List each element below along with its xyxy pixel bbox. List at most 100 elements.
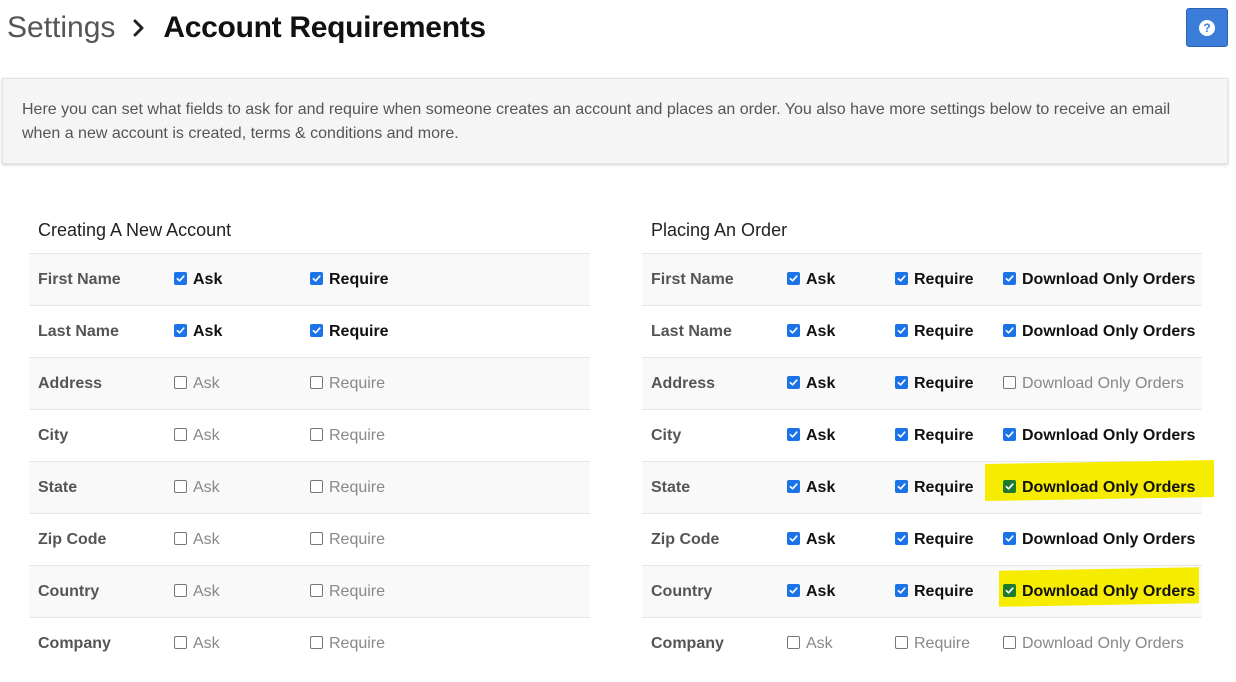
download-only-orders-checkbox-option[interactable]: Download Only Orders	[1003, 618, 1184, 670]
require-checkbox[interactable]	[895, 531, 908, 545]
require-checkbox-option[interactable]: Require	[895, 410, 974, 462]
ask-checkbox[interactable]	[174, 323, 187, 337]
download-only-orders-checkbox[interactable]	[1003, 427, 1016, 441]
download-only-orders-checkbox[interactable]	[1003, 583, 1016, 597]
require-checkbox-option[interactable]: Require	[310, 566, 385, 618]
new-account-rows: First Name Ask Require Last Name Ask Require A…	[29, 254, 590, 670]
ask-checkbox-option[interactable]: Ask	[174, 254, 222, 306]
require-checkbox-option[interactable]: Require	[310, 358, 385, 410]
ask-checkbox-option[interactable]: Ask	[174, 566, 220, 618]
ask-checkbox-option[interactable]: Ask	[787, 254, 835, 306]
download-only-orders-checkbox[interactable]	[1003, 531, 1016, 545]
ask-label: Ask	[193, 583, 220, 600]
download-only-orders-checkbox-option[interactable]: Download Only Orders	[1003, 254, 1195, 306]
require-label: Require	[329, 531, 386, 548]
breadcrumb-settings-link[interactable]: Settings	[7, 11, 115, 45]
download-only-orders-checkbox[interactable]	[1003, 479, 1016, 493]
page-title: Account Requirements	[163, 11, 486, 44]
require-checkbox[interactable]	[895, 479, 908, 493]
require-checkbox[interactable]	[895, 323, 908, 337]
ask-checkbox-option[interactable]: Ask	[787, 358, 835, 410]
require-checkbox-option[interactable]: Require	[310, 618, 385, 670]
require-checkbox[interactable]	[895, 635, 908, 649]
ask-checkbox[interactable]	[174, 583, 187, 597]
ask-checkbox[interactable]	[174, 635, 187, 649]
download-only-orders-checkbox-option[interactable]: Download Only Orders	[1003, 358, 1184, 410]
require-checkbox[interactable]	[895, 271, 908, 285]
ask-checkbox[interactable]	[787, 427, 800, 441]
require-checkbox-option[interactable]: Require	[895, 514, 974, 566]
download-only-orders-checkbox-option[interactable]: Download Only Orders	[1003, 306, 1195, 358]
require-checkbox[interactable]	[310, 635, 323, 649]
ask-checkbox-option[interactable]: Ask	[787, 618, 833, 670]
table-row: Address Ask Require Download Only Orders	[642, 358, 1202, 410]
require-checkbox[interactable]	[895, 583, 908, 597]
ask-checkbox-option[interactable]: Ask	[174, 618, 220, 670]
require-label: Require	[914, 583, 974, 600]
ask-checkbox[interactable]	[174, 375, 187, 389]
require-checkbox-option[interactable]: Require	[310, 410, 385, 462]
require-checkbox[interactable]	[310, 271, 323, 285]
require-checkbox[interactable]	[895, 427, 908, 441]
require-label: Require	[329, 583, 386, 600]
ask-checkbox-option[interactable]: Ask	[787, 306, 835, 358]
require-checkbox-option[interactable]: Require	[895, 306, 974, 358]
ask-checkbox-option[interactable]: Ask	[174, 358, 220, 410]
ask-label: Ask	[806, 323, 836, 340]
ask-checkbox[interactable]	[174, 427, 187, 441]
ask-checkbox-option[interactable]: Ask	[787, 566, 835, 618]
field-label: Company	[651, 635, 724, 652]
require-checkbox-option[interactable]: Require	[310, 306, 389, 358]
download-only-orders-label: Download Only Orders	[1022, 323, 1196, 340]
ask-checkbox[interactable]	[787, 271, 800, 285]
table-row: Last Name Ask Require	[29, 306, 590, 358]
field-label: State	[38, 479, 78, 496]
require-label: Require	[329, 427, 386, 444]
require-checkbox[interactable]	[310, 479, 323, 493]
require-checkbox[interactable]	[310, 323, 323, 337]
require-checkbox-option[interactable]: Require	[310, 462, 385, 514]
download-only-orders-checkbox[interactable]	[1003, 375, 1016, 389]
table-row: First Name Ask Require Download Only Orders	[642, 254, 1202, 306]
download-only-orders-checkbox[interactable]	[1003, 271, 1016, 285]
require-checkbox[interactable]	[310, 427, 323, 441]
require-label: Require	[914, 427, 974, 444]
ask-checkbox-option[interactable]: Ask	[787, 410, 835, 462]
require-checkbox-option[interactable]: Require	[310, 514, 385, 566]
placing-order-section: Placing An Order First Name Ask Require Dow…	[642, 208, 1214, 670]
ask-checkbox[interactable]	[787, 583, 800, 597]
download-only-orders-checkbox[interactable]	[1003, 635, 1016, 649]
ask-label: Ask	[193, 375, 220, 392]
require-checkbox-option[interactable]: Require	[895, 618, 970, 670]
require-checkbox[interactable]	[310, 375, 323, 389]
require-checkbox-option[interactable]: Require	[895, 462, 974, 514]
ask-checkbox[interactable]	[174, 479, 187, 493]
ask-checkbox[interactable]	[787, 635, 800, 649]
download-only-orders-checkbox-option[interactable]: Download Only Orders	[1003, 566, 1195, 618]
require-checkbox[interactable]	[895, 375, 908, 389]
download-only-orders-checkbox[interactable]	[1003, 323, 1016, 337]
ask-checkbox-option[interactable]: Ask	[174, 462, 220, 514]
ask-checkbox[interactable]	[787, 375, 800, 389]
download-only-orders-checkbox-option[interactable]: Download Only Orders	[1003, 514, 1195, 566]
require-checkbox[interactable]	[310, 531, 323, 545]
ask-checkbox[interactable]	[174, 271, 187, 285]
require-label: Require	[914, 635, 971, 652]
download-only-orders-checkbox-option[interactable]: Download Only Orders	[1003, 410, 1195, 462]
ask-checkbox-option[interactable]: Ask	[787, 514, 835, 566]
require-checkbox-option[interactable]: Require	[895, 358, 974, 410]
require-checkbox-option[interactable]: Require	[895, 566, 974, 618]
require-checkbox[interactable]	[310, 583, 323, 597]
ask-checkbox-option[interactable]: Ask	[787, 462, 835, 514]
help-button[interactable]: ?	[1186, 8, 1228, 47]
require-checkbox-option[interactable]: Require	[895, 254, 974, 306]
ask-checkbox[interactable]	[174, 531, 187, 545]
ask-checkbox[interactable]	[787, 531, 800, 545]
ask-checkbox-option[interactable]: Ask	[174, 410, 220, 462]
ask-checkbox-option[interactable]: Ask	[174, 306, 222, 358]
ask-checkbox[interactable]	[787, 479, 800, 493]
download-only-orders-checkbox-option[interactable]: Download Only Orders	[1003, 462, 1195, 514]
ask-checkbox[interactable]	[787, 323, 800, 337]
ask-checkbox-option[interactable]: Ask	[174, 514, 220, 566]
require-checkbox-option[interactable]: Require	[310, 254, 389, 306]
